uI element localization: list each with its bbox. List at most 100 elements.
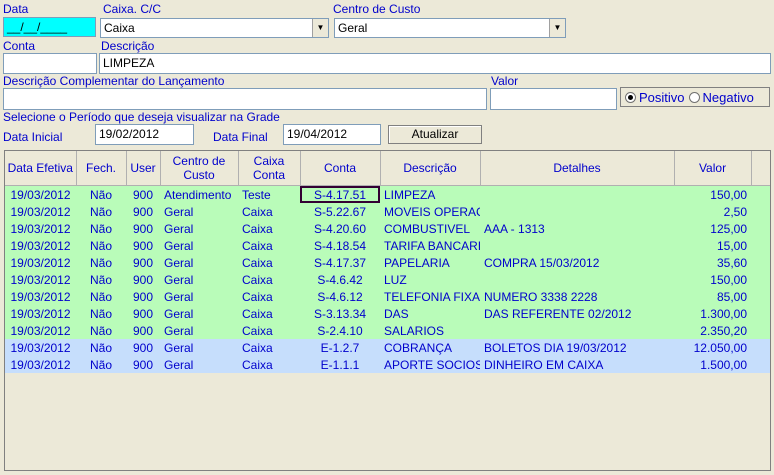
- cell-detalhes[interactable]: [480, 271, 674, 288]
- table-row[interactable]: 19/03/2012 Não 900 Atendimento Teste S-4.17.5…: [5, 185, 770, 203]
- cell-valor[interactable]: 1.300,00: [674, 305, 751, 322]
- conta-field[interactable]: [3, 53, 97, 74]
- cell-descricao[interactable]: COBRANÇA: [380, 339, 480, 356]
- cell-user[interactable]: 900: [126, 185, 160, 203]
- cell-detalhes[interactable]: AAA - 1313: [480, 220, 674, 237]
- col-header-fech[interactable]: Fech.: [76, 151, 127, 186]
- cell-detalhes[interactable]: DAS REFERENTE 02/2012: [480, 305, 674, 322]
- table-row[interactable]: 19/03/2012 Não 900 Geral Caixa S-4.6.12 TELEFO…: [5, 288, 770, 305]
- col-header-detalhes[interactable]: Detalhes: [480, 151, 675, 186]
- cell-caixa[interactable]: Teste: [238, 185, 300, 203]
- cell-user[interactable]: 900: [126, 203, 160, 220]
- cell-data[interactable]: 19/03/2012: [5, 356, 76, 373]
- cell-user[interactable]: 900: [126, 305, 160, 322]
- cell-detalhes[interactable]: [480, 185, 674, 203]
- cell-fech[interactable]: Não: [76, 288, 126, 305]
- cell-user[interactable]: 900: [126, 271, 160, 288]
- cell-centro[interactable]: Geral: [160, 288, 238, 305]
- cell-data[interactable]: 19/03/2012: [5, 339, 76, 356]
- cell-descricao[interactable]: TELEFONIA FIXA: [380, 288, 480, 305]
- cell-conta[interactable]: S-4.17.37: [300, 254, 380, 271]
- cell-user[interactable]: 900: [126, 322, 160, 339]
- cell-detalhes[interactable]: COMPRA 15/03/2012: [480, 254, 674, 271]
- cell-data[interactable]: 19/03/2012: [5, 220, 76, 237]
- cell-detalhes[interactable]: NUMERO 3338 2228: [480, 288, 674, 305]
- table-row[interactable]: 19/03/2012 Não 900 Geral Caixa E-1.1.1 APORTE …: [5, 356, 770, 373]
- cell-valor[interactable]: 1.500,00: [674, 356, 751, 373]
- cell-caixa[interactable]: Caixa: [238, 356, 300, 373]
- cell-centro[interactable]: Geral: [160, 271, 238, 288]
- cell-caixa[interactable]: Caixa: [238, 305, 300, 322]
- cell-user[interactable]: 900: [126, 356, 160, 373]
- cell-fech[interactable]: Não: [76, 305, 126, 322]
- lancamentos-grid[interactable]: Data Efetiva Fech. User Centro de Custo …: [4, 150, 771, 471]
- cell-fech[interactable]: Não: [76, 185, 126, 203]
- cell-user[interactable]: 900: [126, 237, 160, 254]
- cell-centro[interactable]: Geral: [160, 356, 238, 373]
- valor-field[interactable]: [490, 88, 617, 110]
- descricao-field[interactable]: LIMPEZA: [99, 53, 771, 74]
- cell-caixa[interactable]: Caixa: [238, 288, 300, 305]
- cell-descricao[interactable]: LIMPEZA: [380, 185, 480, 203]
- cell-fech[interactable]: Não: [76, 339, 126, 356]
- cell-conta[interactable]: S-4.18.54: [300, 237, 380, 254]
- cell-valor[interactable]: 150,00: [674, 185, 751, 203]
- atualizar-button[interactable]: Atualizar: [388, 125, 482, 144]
- cell-descricao[interactable]: SALARIOS: [380, 322, 480, 339]
- cell-centro[interactable]: Geral: [160, 305, 238, 322]
- chevron-down-icon[interactable]: ▼: [312, 19, 328, 37]
- cell-conta[interactable]: S-5.22.67: [300, 203, 380, 220]
- cell-descricao[interactable]: APORTE SOCIOS: [380, 356, 480, 373]
- col-header-centro[interactable]: Centro de Custo: [160, 151, 239, 186]
- cell-detalhes[interactable]: [480, 203, 674, 220]
- cell-caixa[interactable]: Caixa: [238, 220, 300, 237]
- col-header-data[interactable]: Data Efetiva: [5, 151, 77, 186]
- cell-valor[interactable]: 2.350,20: [674, 322, 751, 339]
- col-header-caixa[interactable]: Caixa Conta: [238, 151, 301, 186]
- cell-valor[interactable]: 125,00: [674, 220, 751, 237]
- desc-comp-field[interactable]: [3, 88, 487, 110]
- table-row[interactable]: 19/03/2012 Não 900 Geral Caixa S-2.4.10 SALARI…: [5, 322, 770, 339]
- positivo-radio[interactable]: Positivo: [625, 90, 685, 105]
- cell-caixa[interactable]: Caixa: [238, 237, 300, 254]
- cell-data[interactable]: 19/03/2012: [5, 237, 76, 254]
- cell-valor[interactable]: 15,00: [674, 237, 751, 254]
- cell-data[interactable]: 19/03/2012: [5, 185, 76, 203]
- cell-user[interactable]: 900: [126, 339, 160, 356]
- cell-centro[interactable]: Geral: [160, 220, 238, 237]
- table-row[interactable]: 19/03/2012 Não 900 Geral Caixa S-4.18.54 TARIF…: [5, 237, 770, 254]
- col-header-user[interactable]: User: [126, 151, 161, 186]
- centro-select[interactable]: Geral ▼: [334, 18, 566, 38]
- table-row[interactable]: 19/03/2012 Não 900 Geral Caixa S-5.22.67 MOVEI…: [5, 203, 770, 220]
- cell-caixa[interactable]: Caixa: [238, 203, 300, 220]
- cell-data[interactable]: 19/03/2012: [5, 203, 76, 220]
- cell-descricao[interactable]: DAS: [380, 305, 480, 322]
- chevron-down-icon[interactable]: ▼: [549, 19, 565, 37]
- cell-conta[interactable]: E-1.1.1: [300, 356, 380, 373]
- cell-data[interactable]: 19/03/2012: [5, 305, 76, 322]
- cell-conta[interactable]: S-4.6.42: [300, 271, 380, 288]
- cell-detalhes[interactable]: DINHEIRO EM CAIXA: [480, 356, 674, 373]
- data-inicial-field[interactable]: 19/02/2012: [95, 124, 194, 145]
- cell-fech[interactable]: Não: [76, 322, 126, 339]
- cell-descricao[interactable]: TARIFA BANCARI/: [380, 237, 480, 254]
- caixa-select[interactable]: Caixa ▼: [100, 18, 329, 38]
- cell-descricao[interactable]: COMBUSTIVEL: [380, 220, 480, 237]
- cell-caixa[interactable]: Caixa: [238, 254, 300, 271]
- cell-fech[interactable]: Não: [76, 254, 126, 271]
- negativo-radio[interactable]: Negativo: [688, 90, 754, 105]
- cell-detalhes[interactable]: [480, 322, 674, 339]
- cell-caixa[interactable]: Caixa: [238, 322, 300, 339]
- cell-caixa[interactable]: Caixa: [238, 271, 300, 288]
- cell-conta[interactable]: E-1.2.7: [300, 339, 380, 356]
- cell-conta[interactable]: S-2.4.10: [300, 322, 380, 339]
- cell-descricao[interactable]: PAPELARIA: [380, 254, 480, 271]
- cell-detalhes[interactable]: [480, 237, 674, 254]
- cell-centro[interactable]: Geral: [160, 339, 238, 356]
- table-row[interactable]: 19/03/2012 Não 900 Geral Caixa S-4.20.60 COMBU…: [5, 220, 770, 237]
- cell-data[interactable]: 19/03/2012: [5, 288, 76, 305]
- cell-data[interactable]: 19/03/2012: [5, 254, 76, 271]
- cell-centro[interactable]: Geral: [160, 322, 238, 339]
- cell-centro[interactable]: Geral: [160, 237, 238, 254]
- cell-conta[interactable]: S-3.13.34: [300, 305, 380, 322]
